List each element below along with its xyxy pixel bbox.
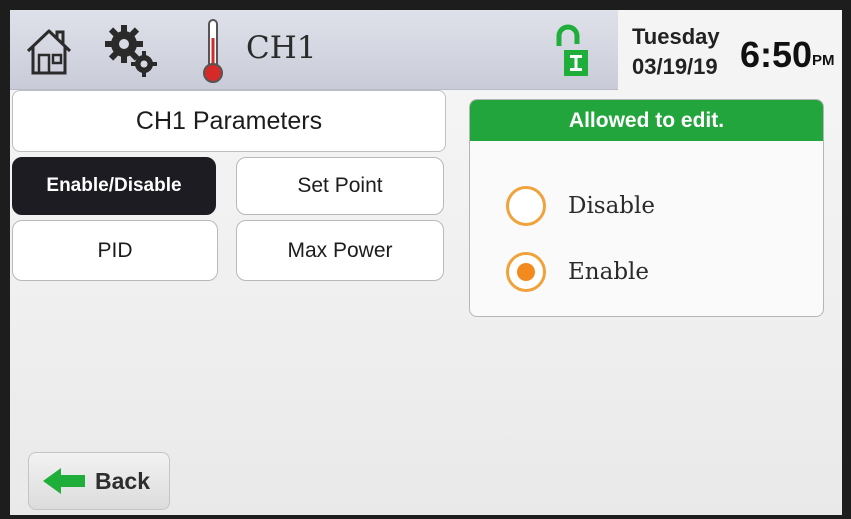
- touch-screen: CH1 Tuesday 03/19/19 6:50 PM CH1 Paramet…: [10, 10, 842, 515]
- back-button[interactable]: Back: [28, 452, 170, 510]
- date: 03/19/19: [632, 54, 718, 79]
- max-power-button[interactable]: Max Power: [236, 220, 444, 281]
- pid-button[interactable]: PID: [12, 220, 218, 281]
- radio-enable-circle[interactable]: [506, 252, 546, 292]
- radio-disable-label: Disable: [568, 193, 656, 219]
- radio-disable[interactable]: Disable: [506, 184, 655, 228]
- radio-selected-dot: [517, 263, 535, 281]
- unlock-icon[interactable]: [554, 24, 590, 80]
- edit-panel-header: Allowed to edit.: [470, 100, 823, 141]
- radio-enable-label: Enable: [568, 259, 650, 285]
- edit-permission-panel: Allowed to edit. Disable Enable: [469, 99, 824, 317]
- set-point-button[interactable]: Set Point: [236, 157, 444, 215]
- clock-ampm: PM: [812, 52, 835, 69]
- channel-title: CH1: [246, 30, 317, 66]
- gear-icon[interactable]: [102, 20, 162, 82]
- day-of-week: Tuesday: [632, 24, 720, 49]
- home-icon[interactable]: [24, 23, 74, 79]
- thermometer-icon: [198, 16, 228, 86]
- clock-time: 6:50: [740, 34, 813, 75]
- radio-enable[interactable]: Enable: [506, 250, 649, 294]
- enable-disable-button[interactable]: Enable/Disable: [12, 157, 216, 215]
- page-title: CH1 Parameters: [12, 90, 446, 152]
- device-bezel: CH1 Tuesday 03/19/19 6:50 PM CH1 Paramet…: [0, 0, 851, 519]
- radio-disable-circle[interactable]: [506, 186, 546, 226]
- date-time-panel: Tuesday 03/19/19 6:50 PM: [618, 10, 842, 90]
- back-label: Back: [95, 467, 150, 494]
- back-arrow-icon: [43, 468, 85, 494]
- top-bar: CH1 Tuesday 03/19/19 6:50 PM: [10, 10, 842, 90]
